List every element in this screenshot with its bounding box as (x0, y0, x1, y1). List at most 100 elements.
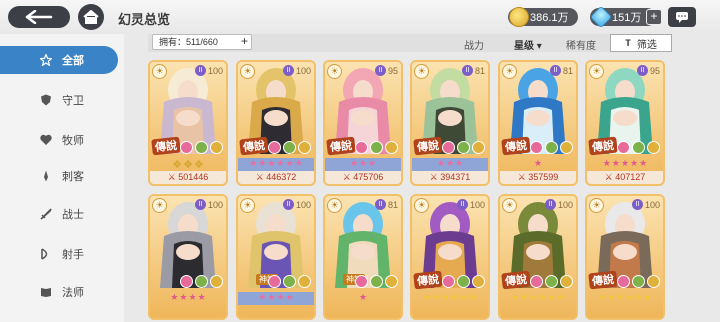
sidebar-item-all[interactable]: 全部 (0, 46, 118, 74)
skill-badges (355, 141, 398, 154)
level-value: 100 (295, 65, 311, 76)
skill-badges (442, 275, 485, 288)
level-value: 95 (649, 65, 660, 76)
level-value: 95 (387, 65, 398, 76)
sidebar-item-warrior[interactable]: 战士 (0, 200, 118, 228)
star-icon: ★ (533, 158, 543, 168)
sidebar-item-label: 牧师 (62, 135, 84, 147)
hero-card[interactable]: ☀ II 81 傳說 ★ ★ ★ ⚔ 394371 (410, 60, 490, 186)
star-icon: ★ (529, 292, 538, 302)
rarity-tag: 傳說 (413, 136, 443, 156)
skill-badge-icon (268, 275, 281, 288)
filter-button[interactable]: 𝐓 筛选 (610, 34, 672, 52)
star-icon: ★ (432, 292, 441, 302)
hero-level: II 81 (461, 65, 485, 76)
hero-card[interactable]: ☀ II 81 神話 ★ (323, 194, 403, 320)
sort-power[interactable]: 战力 (464, 37, 484, 52)
star-icon: ❖ (172, 159, 183, 171)
star-icon: ★ (630, 158, 639, 168)
skill-badge-icon (545, 275, 558, 288)
skill-badge-icon (545, 141, 558, 154)
hero-card[interactable]: ☀ II 100 傳說 ★ ★ ★ ★ ★ ★ (585, 194, 665, 320)
star-icon: ★ (538, 292, 547, 302)
star-rating: ★ ★ ★ ★ ★ ★ (500, 292, 576, 305)
level-value: 100 (644, 199, 660, 210)
rarity-tag: 傳說 (588, 270, 618, 290)
star-icon: ★ (625, 292, 634, 302)
star-icon: ★ (170, 292, 179, 302)
hero-level: II 100 (194, 65, 223, 76)
sidebar-item-mage[interactable]: 法师 (0, 278, 118, 306)
back-arrow-icon (25, 10, 53, 24)
gold-coin-icon (509, 7, 529, 27)
rarity-tag: 傳說 (239, 136, 269, 156)
skill-badge-icon (560, 275, 573, 288)
level-badge-icon: II (282, 65, 294, 76)
skill-badges (617, 141, 660, 154)
hero-level: II 95 (636, 65, 660, 76)
home-button[interactable] (78, 4, 104, 30)
skill-badges (180, 141, 223, 154)
chat-button[interactable] (668, 7, 696, 27)
gem-currency: 151万 + (589, 5, 662, 29)
level-value: 100 (295, 199, 311, 210)
rarity-tag: 傳說 (151, 136, 181, 156)
star-icon: ★ (450, 292, 459, 302)
star-icon: ❖ (193, 159, 204, 171)
sort-rarity[interactable]: 稀有度 (566, 37, 596, 52)
skill-badge-icon (385, 141, 398, 154)
element-badge-icon: ☀ (240, 198, 255, 213)
element-badge-icon: ☀ (327, 64, 342, 79)
hero-card[interactable]: ☀ II 95 傳說 ★ ★ ★ ⚔ 475706 (323, 60, 403, 186)
hero-card[interactable]: ☀ II 100 傳說 ★ ★ ★ ★ ★ ★ (498, 194, 578, 320)
element-badge-icon: ☀ (502, 198, 517, 213)
hero-card[interactable]: ☀ II 100 傳說 ★ ★ ★ ★ ★ ★ ⚔ 446372 (236, 60, 316, 186)
level-value: 81 (562, 65, 573, 76)
sidebar-item-archer[interactable]: 射手 (0, 240, 118, 268)
hero-level: II 100 (631, 199, 660, 210)
star-icon: ★ (285, 292, 294, 302)
sidebar-item-label: 法师 (62, 287, 84, 299)
skill-badge-icon (283, 141, 296, 154)
hero-card[interactable]: ☀ II 100 神話 ★ ★ ★ ★ (236, 194, 316, 320)
star-icon: ★ (197, 292, 206, 302)
page-title: 幻灵总览 (118, 12, 171, 27)
skill-badge-icon (647, 275, 660, 288)
skill-badge-icon (617, 275, 630, 288)
back-button[interactable] (8, 6, 70, 28)
hero-card[interactable]: ☀ II 100 傳說 ❖ ❖ ❖ ⚔ 501446 (148, 60, 228, 186)
skill-badge-icon (385, 275, 398, 288)
skill-badge-icon (355, 275, 368, 288)
sidebar-item-assassin[interactable]: 刺客 (0, 162, 118, 190)
hero-power: ⚔ 407127 (587, 171, 663, 184)
sidebar-item-guard[interactable]: 守卫 (0, 86, 118, 114)
hero-card[interactable]: ☀ II 95 傳說 ★ ★ ★ ★ ★ ⚔ 407127 (585, 60, 665, 186)
level-badge-icon: II (282, 199, 294, 210)
owned-count-box[interactable]: 拥有：511/660 + (152, 34, 252, 50)
element-badge-icon: ☀ (327, 198, 342, 213)
rarity-tag: 傳說 (326, 136, 356, 156)
hero-card[interactable]: ☀ II 81 傳說 ★ ⚔ 357599 (498, 60, 578, 186)
hero-card[interactable]: ☀ II 100 傳說 ★ ★ ★ ★ ★ ★ (410, 194, 490, 320)
skill-badge-icon (530, 275, 543, 288)
star-icon: ★ (643, 292, 652, 302)
sort-star[interactable]: 星级 ▾ (514, 37, 542, 52)
gem-amount: 151万 (612, 12, 642, 24)
star-rating: ★ ★ ★ ★ ★ (587, 158, 663, 171)
skill-badge-icon (298, 141, 311, 154)
add-gems-button[interactable]: + (646, 9, 662, 25)
top-bar: 幻灵总览 386.1万 151万 + (0, 0, 720, 34)
star-icon: ★ (455, 158, 464, 168)
heart-icon (40, 134, 52, 145)
element-badge-icon: ☀ (152, 198, 167, 213)
skill-badge-icon (210, 141, 223, 154)
star-icon: ★ (436, 158, 445, 168)
hero-card[interactable]: ☀ II 100 ★ ★ ★ ★ (148, 194, 228, 320)
level-badge-icon: II (374, 65, 386, 76)
skill-badges (268, 275, 311, 288)
star-rating: ★ ★ ★ ★ (238, 292, 314, 305)
star-icon: ★ (368, 158, 377, 168)
sidebar-item-priest[interactable]: 牧师 (0, 126, 118, 154)
dagger-icon (44, 170, 48, 182)
expand-slots-button[interactable]: + (241, 35, 248, 48)
